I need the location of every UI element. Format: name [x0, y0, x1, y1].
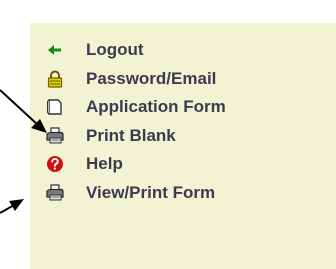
annotation-arrow-help: [0, 199, 24, 214]
menu-item-label[interactable]: Logout: [86, 40, 144, 60]
printer-icon: [46, 184, 64, 201]
menu-item-label[interactable]: Application Form: [86, 97, 226, 117]
back-arrow-icon: [48, 45, 61, 56]
menu-item-label[interactable]: Help: [86, 154, 123, 174]
help-icon: [47, 156, 63, 173]
printer-icon: [46, 127, 64, 144]
account-menu-panel: Logout Password/Email Application Form P…: [30, 23, 336, 269]
menu-item-label[interactable]: Password/Email: [86, 69, 216, 89]
padlock-icon: [47, 70, 63, 88]
menu-item-label[interactable]: View/Print Form: [86, 183, 215, 203]
screenshot-canvas: Logout Password/Email Application Form P…: [0, 0, 336, 269]
menu-item-label[interactable]: Print Blank: [86, 126, 176, 146]
blank-page-icon: [47, 99, 62, 115]
